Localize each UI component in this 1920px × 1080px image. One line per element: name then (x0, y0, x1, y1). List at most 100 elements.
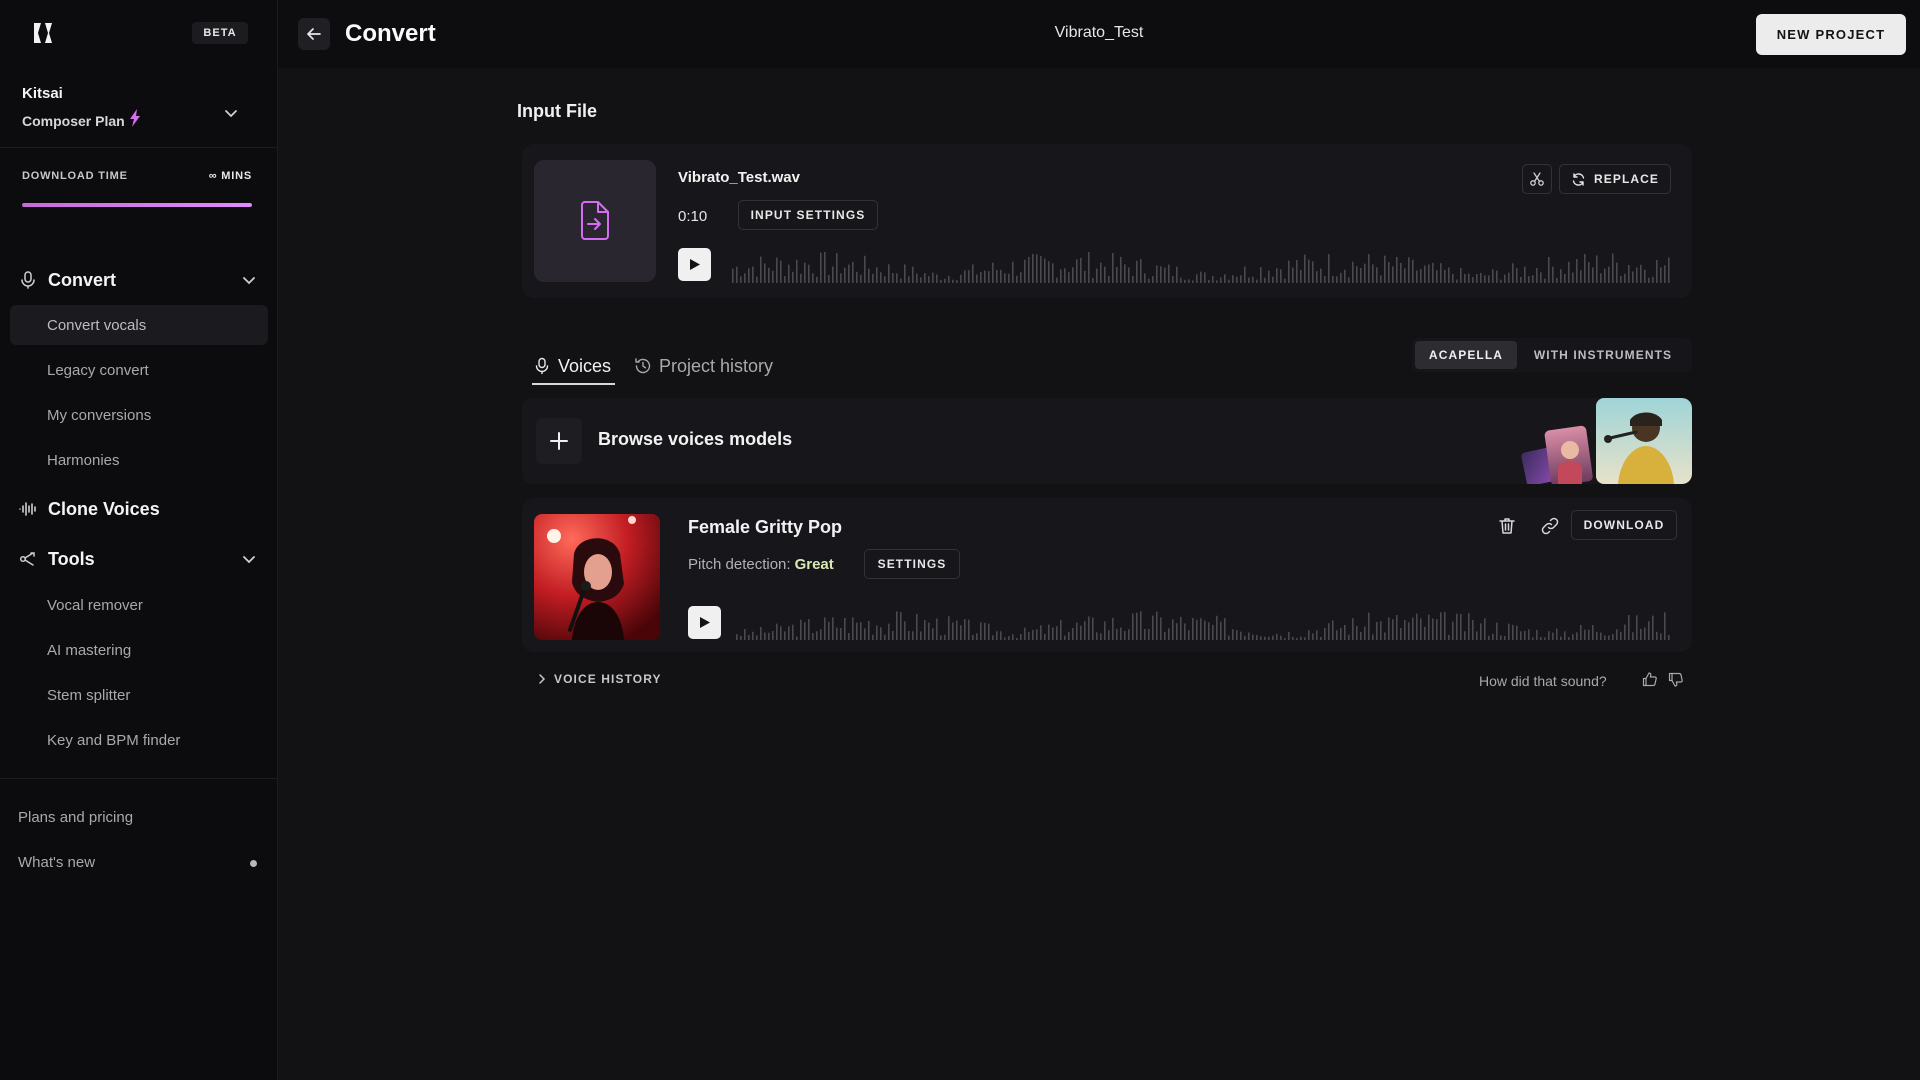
tab-project-history[interactable]: Project history (634, 346, 773, 386)
logo-icon[interactable] (32, 22, 54, 44)
sidebar-divider (0, 778, 278, 779)
waveform-bar (1352, 261, 1354, 283)
thumbs-down-icon[interactable] (1667, 671, 1684, 688)
mode-acapella[interactable]: ACAPELLA (1415, 341, 1517, 369)
waveform-bar (1380, 621, 1382, 640)
sidebar-item-stem-splitter[interactable]: Stem splitter (10, 675, 268, 715)
waveform-bar (1360, 631, 1362, 640)
waveform-bar (1528, 276, 1530, 283)
input-settings-button[interactable]: INPUT SETTINGS (738, 200, 878, 230)
waveform-bar (1664, 265, 1666, 283)
add-voice-button[interactable] (536, 418, 582, 464)
waveform-bar (1096, 268, 1098, 283)
download-time-bar (22, 203, 252, 207)
chevron-down-icon[interactable] (240, 271, 258, 289)
account-switcher[interactable]: Kitsai Composer Plan (0, 68, 278, 148)
waveform-bar (1616, 262, 1618, 283)
sidebar-item-my-conversions[interactable]: My conversions (10, 395, 268, 435)
waveform-bar (1512, 263, 1514, 283)
sidebar-section-convert[interactable]: Convert (18, 266, 258, 294)
waveform-bar (1620, 275, 1622, 283)
voice-models-artwork (1518, 398, 1692, 484)
voice-thumbnail (534, 514, 660, 640)
waveform-bar (1088, 616, 1090, 640)
waveform-bar (984, 622, 986, 640)
input-play-button[interactable] (678, 248, 711, 281)
waveform-bar (1196, 619, 1198, 640)
sidebar-item-convert-vocals[interactable]: Convert vocals (10, 305, 268, 345)
waveform-bar (1636, 267, 1638, 283)
waveform-bar (1528, 629, 1530, 640)
sidebar-item-whats-new[interactable]: What's new (18, 854, 95, 871)
thumbs-up-icon[interactable] (1641, 671, 1658, 688)
waveform-bar (1116, 628, 1118, 640)
waveform-bar (1552, 266, 1554, 283)
waveform-bar (1520, 276, 1522, 283)
waveform-bar (1584, 629, 1586, 640)
waveform-bar (1612, 253, 1614, 283)
waveform-bar (1312, 633, 1314, 640)
waveform-bar (1036, 254, 1038, 283)
waveform-bar (876, 625, 878, 640)
waveform-bar (768, 267, 770, 283)
sidebar-item-plans-pricing[interactable]: Plans and pricing (18, 809, 133, 826)
tab-voices[interactable]: Voices (533, 346, 611, 386)
waveform-bar (864, 628, 866, 640)
browse-voices-card[interactable]: Browse voices models (522, 398, 1692, 484)
waveform-bar (1500, 635, 1502, 640)
replace-button[interactable]: REPLACE (1559, 164, 1671, 194)
waveform-bar (760, 256, 762, 283)
waveform-bar (1244, 635, 1246, 640)
voice-settings-button[interactable]: SETTINGS (864, 549, 960, 579)
plus-icon (550, 432, 568, 450)
voice-history-toggle[interactable]: VOICE HISTORY (536, 672, 662, 686)
waveform-bar (1548, 256, 1550, 283)
waveform-bar (1088, 252, 1090, 283)
trash-icon[interactable] (1496, 515, 1518, 537)
waveform-bar (1304, 637, 1306, 640)
chevron-down-icon[interactable] (222, 104, 240, 122)
waveform-bar (1040, 255, 1042, 283)
waveform-bar (1652, 276, 1654, 283)
waveform-bar (1160, 266, 1162, 283)
waveform-bar (1164, 631, 1166, 640)
project-name[interactable]: Vibrato_Test (1055, 24, 1144, 41)
waveform-bar (1252, 634, 1254, 640)
voice-waveform[interactable] (736, 606, 1672, 640)
waveform-bar (1348, 277, 1350, 283)
waveform-bar (1220, 277, 1222, 283)
waveform-bar (1144, 628, 1146, 640)
waveform-bar (800, 273, 802, 283)
waveform-bar (928, 622, 930, 640)
sidebar-section-clone-voices[interactable]: Clone Voices (18, 495, 258, 523)
waveform-bar (1404, 620, 1406, 640)
sidebar-item-vocal-remover[interactable]: Vocal remover (10, 585, 268, 625)
link-icon[interactable] (1539, 515, 1561, 537)
waveform-bar (1116, 266, 1118, 283)
input-waveform[interactable] (732, 247, 1672, 283)
waveform-bar (1532, 275, 1534, 283)
browse-voices-label: Browse voices models (598, 429, 793, 449)
waveform-bar (740, 635, 742, 640)
download-button[interactable]: DOWNLOAD (1571, 510, 1677, 540)
chevron-down-icon[interactable] (240, 550, 258, 568)
mode-with-instruments[interactable]: WITH INSTRUMENTS (1517, 341, 1689, 369)
waveform-bar (1384, 255, 1386, 283)
feedback-prompt: How did that sound? (1479, 673, 1607, 689)
back-button[interactable] (298, 18, 330, 50)
voice-play-button[interactable] (688, 606, 721, 639)
sidebar-item-label: Convert vocals (47, 317, 147, 334)
sidebar-item-ai-mastering[interactable]: AI mastering (10, 630, 268, 670)
trim-button[interactable] (1522, 164, 1552, 194)
sidebar-section-tools[interactable]: Tools (18, 545, 258, 573)
waveform-bar (952, 279, 954, 283)
new-project-button[interactable]: NEW PROJECT (1756, 14, 1906, 55)
waveform-bar (896, 611, 898, 640)
sidebar-item-label: Vocal remover (47, 597, 143, 614)
sidebar-item-harmonies[interactable]: Harmonies (10, 440, 268, 480)
waveform-bar (1336, 630, 1338, 640)
sidebar-item-legacy-convert[interactable]: Legacy convert (10, 350, 268, 390)
waveform-bar (892, 630, 894, 640)
waveform-bar (1152, 615, 1154, 640)
sidebar-item-key-bpm-finder[interactable]: Key and BPM finder (10, 720, 268, 760)
